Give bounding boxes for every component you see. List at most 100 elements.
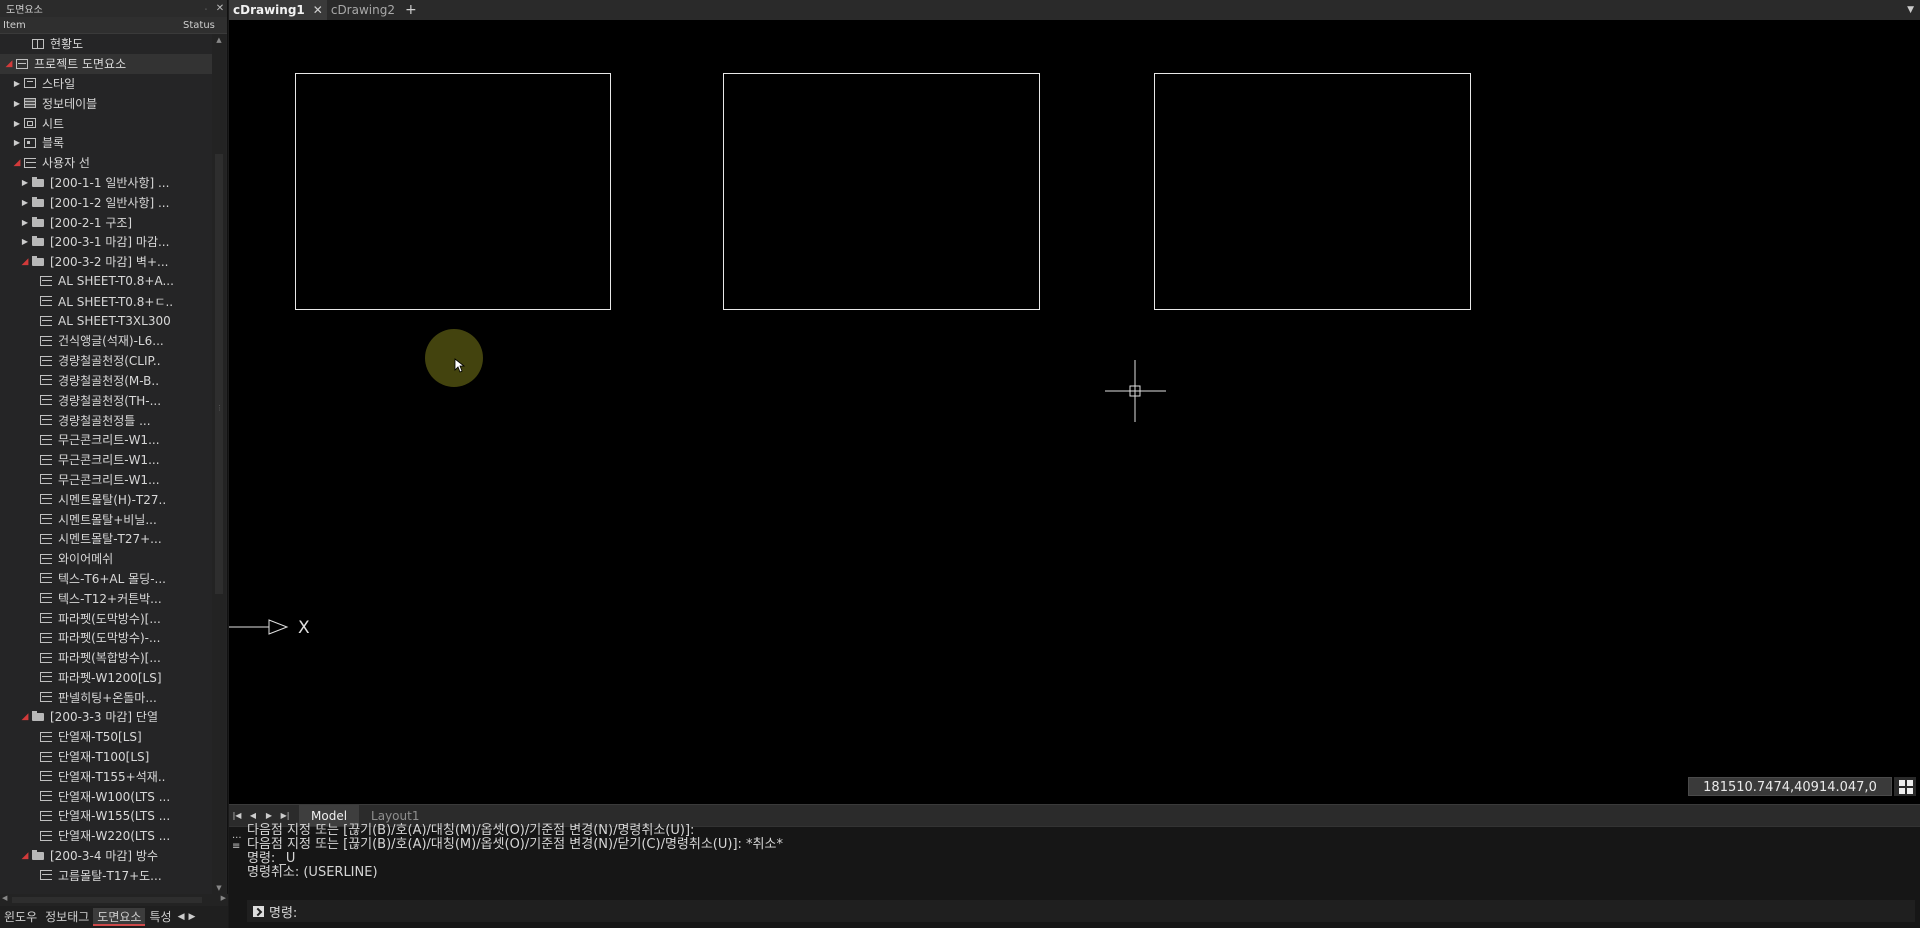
tree-item[interactable]: 무근콘크리트-W1... bbox=[0, 450, 212, 470]
scroll-left-icon[interactable]: ◀ bbox=[2, 894, 7, 902]
tree-item[interactable]: 경량철골천정(M-B.. bbox=[0, 371, 212, 391]
tree-item[interactable]: 파라펫(도막방수)[... bbox=[0, 608, 212, 628]
tree-item[interactable]: ▶ 블록 bbox=[0, 133, 212, 153]
drawing-frame-left[interactable] bbox=[295, 73, 611, 310]
tree-item[interactable]: ◢ [200-3-4 마감] 방수 bbox=[0, 846, 212, 866]
grid-toggle-icon[interactable] bbox=[1894, 777, 1916, 796]
pin-icon[interactable]: ᆞ bbox=[199, 1, 213, 16]
tree-item[interactable]: 파라펫(복합방수)[... bbox=[0, 648, 212, 668]
tab-list-dropdown-icon[interactable]: ▼ bbox=[1901, 0, 1920, 20]
tree-item[interactable]: 와이어메쉬 bbox=[0, 549, 212, 569]
new-drawing-tab-button[interactable]: + bbox=[399, 0, 423, 20]
tree-item[interactable]: 경량철골천정(CLIP.. bbox=[0, 351, 212, 371]
tree-item[interactable]: 시멘트몰탈-T27+... bbox=[0, 529, 212, 549]
tree-item[interactable]: 단열재-T100[LS] bbox=[0, 747, 212, 767]
command-window-grip-icon[interactable]: ··· ≡ bbox=[232, 834, 242, 852]
tree-item[interactable]: 단열재-W155(LTS ... bbox=[0, 806, 212, 826]
tree-item[interactable]: ◢ [200-3-3 마감] 단열 bbox=[0, 707, 212, 727]
tree-item[interactable]: 경량철골천정(TH-... bbox=[0, 390, 212, 410]
tree-item[interactable]: ▶ [200-3-1 마감] 마감... bbox=[0, 232, 212, 252]
lines-icon bbox=[40, 870, 52, 881]
tree-item[interactable]: ▶ [200-2-1 구조] bbox=[0, 212, 212, 232]
tree-item[interactable]: ▶ 시트 bbox=[0, 113, 212, 133]
expand-arrow-icon[interactable]: ▶ bbox=[20, 178, 30, 187]
panel-tab-bar: 윈도우 정보태그 도면요소 특성 ◀ ▶ bbox=[0, 906, 228, 928]
tree-item[interactable]: ▶ [200-1-1 일반사항] ... bbox=[0, 173, 212, 193]
tree-item[interactable]: 단열재-W100(LTS ... bbox=[0, 786, 212, 806]
panel-tab-scroll-left-icon[interactable]: ◀ bbox=[176, 912, 187, 922]
tree-item-label: 단열재-T100[LS] bbox=[58, 750, 150, 765]
document-tab[interactable]: cDrawing2 bbox=[327, 0, 399, 20]
scrollbar-thumb[interactable] bbox=[215, 154, 223, 594]
expand-arrow-icon[interactable]: ▶ bbox=[20, 198, 30, 207]
tree-item[interactable]: 무근콘크리트-W1... bbox=[0, 470, 212, 490]
panel-tab[interactable]: 윈도우 bbox=[0, 908, 41, 926]
first-layout-icon[interactable]: |◀ bbox=[229, 808, 245, 824]
panel-tab-scroll-right-icon[interactable]: ▶ bbox=[186, 912, 197, 922]
expand-arrow-icon[interactable]: ▶ bbox=[12, 79, 22, 88]
scroll-down-icon[interactable]: ▼ bbox=[212, 884, 226, 892]
tree-item[interactable]: ◢ [200-3-2 마감] 벽+... bbox=[0, 252, 212, 272]
panel-tab[interactable]: 정보태그 bbox=[41, 908, 93, 926]
document-tab-label: cDrawing1 bbox=[233, 3, 305, 17]
document-tab[interactable]: cDrawing1 ✕ bbox=[229, 0, 327, 20]
tree-item[interactable]: 현황도 bbox=[0, 34, 212, 54]
lines-icon bbox=[40, 593, 52, 604]
tree-item[interactable]: ▶ [200-1-2 일반사항] ... bbox=[0, 192, 212, 212]
tree-item[interactable]: ▶ 스타일 bbox=[0, 74, 212, 94]
scroll-right-icon[interactable]: ▶ bbox=[221, 894, 226, 902]
expand-arrow-icon[interactable]: ▶ bbox=[20, 218, 30, 227]
tree-item[interactable]: 파라펫-W1200[LS] bbox=[0, 668, 212, 688]
tree-item[interactable]: 고름몰탈-T17+도... bbox=[0, 865, 212, 885]
panel-tab[interactable]: 도면요소 bbox=[93, 908, 146, 926]
column-header-item[interactable]: Item bbox=[0, 20, 183, 31]
expand-arrow-icon[interactable]: ▶ bbox=[12, 119, 22, 128]
tree-item[interactable]: 파라펫(도막방수)-... bbox=[0, 628, 212, 648]
collapse-arrow-icon[interactable]: ◢ bbox=[12, 158, 22, 168]
tree-item[interactable]: ▶ 정보테이블 bbox=[0, 93, 212, 113]
tree-item[interactable]: 건식앵글(석재)-L6... bbox=[0, 331, 212, 351]
collapse-arrow-icon[interactable]: ◢ bbox=[4, 59, 14, 69]
tree-item[interactable]: 무근콘크리트-W1... bbox=[0, 430, 212, 450]
project-icon bbox=[16, 58, 28, 69]
tree-item[interactable]: 단열재-T155+석재.. bbox=[0, 766, 212, 786]
tree-item[interactable]: 시멘트몰탈+비닐... bbox=[0, 509, 212, 529]
tree-item[interactable]: 판넬히팅+온돌마... bbox=[0, 687, 212, 707]
tree-item[interactable]: 텍스-T12+커튼박... bbox=[0, 588, 212, 608]
tree-item[interactable]: ◢ 프로젝트 도면요소 bbox=[0, 53, 212, 74]
arrow-cursor-icon bbox=[454, 358, 466, 373]
scroll-up-icon[interactable]: ▲ bbox=[212, 36, 226, 44]
tree-item[interactable]: AL SHEET-T0.8+ㄷ.. bbox=[0, 291, 212, 311]
tree-item[interactable]: 단열재-T50[LS] bbox=[0, 727, 212, 747]
ucs-icon bbox=[229, 619, 289, 635]
tree-item[interactable]: 시멘트몰탈(H)-T27.. bbox=[0, 489, 212, 509]
tree-item[interactable]: 텍스-T6+AL 몰딩-... bbox=[0, 569, 212, 589]
panel-tab[interactable]: 특성 bbox=[145, 908, 175, 926]
drawing-frame-right[interactable] bbox=[1154, 73, 1471, 310]
tree-item-label: 텍스-T12+커튼박... bbox=[58, 591, 162, 606]
hscrollbar-thumb[interactable] bbox=[12, 897, 202, 903]
command-input[interactable] bbox=[301, 903, 1915, 919]
tree-item[interactable]: AL SHEET-T3XL300 bbox=[0, 311, 212, 331]
expand-arrow-icon[interactable]: ▶ bbox=[20, 237, 30, 246]
column-header-status[interactable]: Status bbox=[183, 20, 219, 31]
tree-item[interactable]: ◢ 사용자 선 bbox=[0, 153, 212, 173]
close-tab-icon[interactable]: ✕ bbox=[313, 3, 323, 17]
expand-arrow-icon[interactable]: ▶ bbox=[12, 99, 22, 108]
tree-item[interactable]: AL SHEET-T0.8+A... bbox=[0, 272, 212, 292]
close-icon[interactable]: ✕ bbox=[213, 3, 227, 14]
lines-icon bbox=[40, 494, 52, 505]
expand-arrow-icon[interactable]: ▶ bbox=[12, 138, 22, 147]
tree-vertical-scrollbar[interactable]: ▲ ⋮ ▼ bbox=[212, 34, 226, 894]
collapse-arrow-icon[interactable]: ◢ bbox=[20, 712, 30, 722]
drawing-elements-tree: 현황도 ◢ 프로젝트 도면요소 ▶ 스타일 ▶ 정보테이블 ▶ 시트 ▶ 블록 ◢ 사용자 선 ▶ [200… bbox=[0, 34, 212, 894]
lines-icon bbox=[40, 514, 52, 525]
collapse-arrow-icon[interactable]: ◢ bbox=[20, 851, 30, 861]
drawing-frame-middle[interactable] bbox=[723, 73, 1040, 310]
tree-horizontal-scrollbar[interactable]: ◀ ▶ bbox=[0, 894, 228, 906]
collapse-arrow-icon[interactable]: ◢ bbox=[20, 257, 30, 267]
tree-item[interactable]: 단열재-W220(LTS ... bbox=[0, 826, 212, 846]
tree-item[interactable]: 경량철골천정틀 ... bbox=[0, 410, 212, 430]
drawing-canvas[interactable]: Y X 181510.7474,40914.047,0 bbox=[229, 20, 1920, 804]
command-input-row: 명령: bbox=[247, 900, 1915, 922]
